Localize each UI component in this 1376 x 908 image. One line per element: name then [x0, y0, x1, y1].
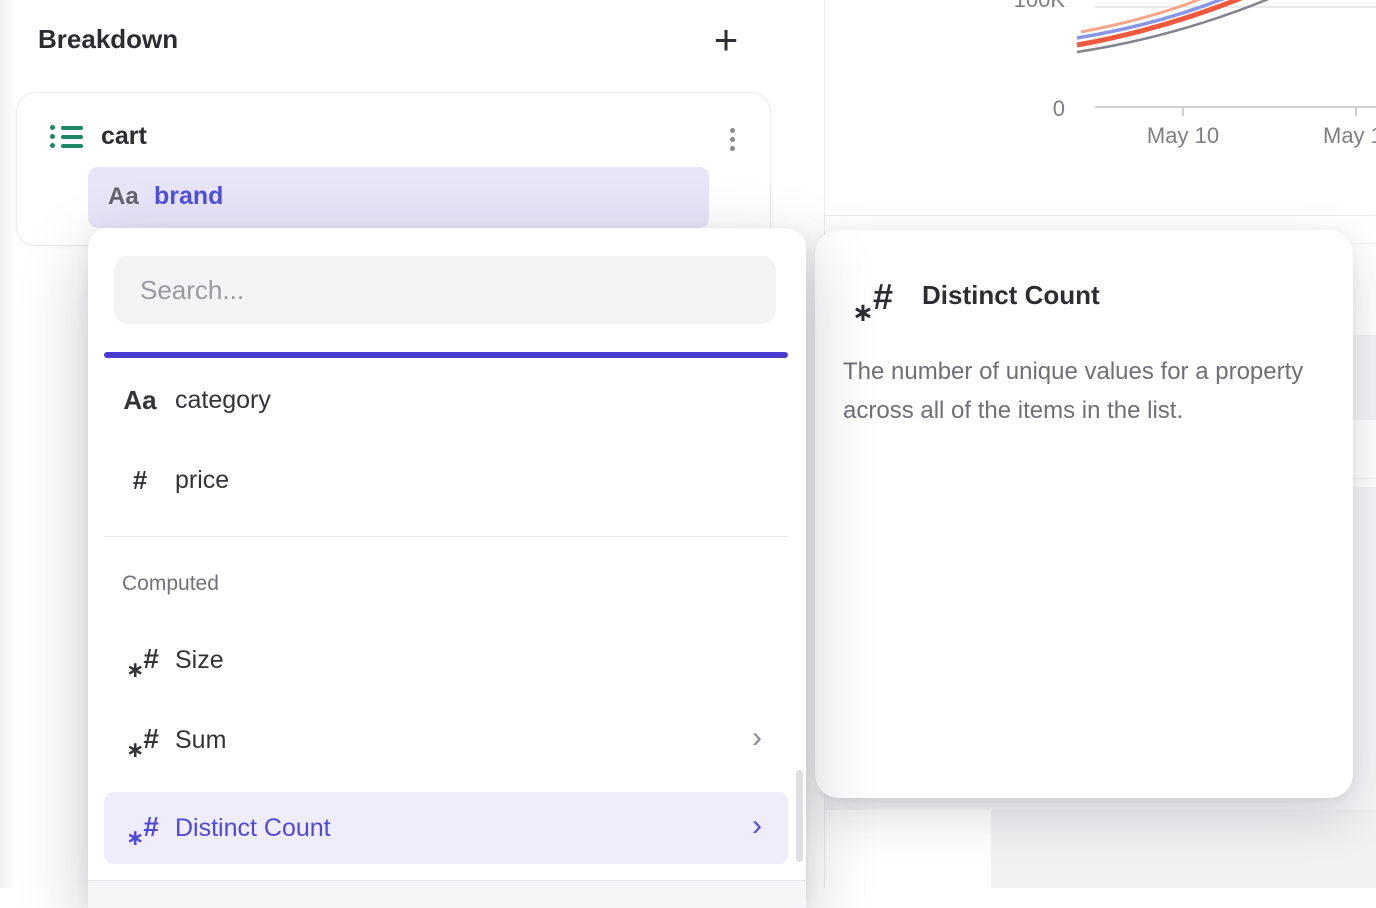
x-axis-line: [1095, 106, 1376, 108]
left-edge-shade: [0, 0, 16, 888]
table-section-band: [991, 810, 1376, 888]
dropdown-item-sum[interactable]: ∗# Sum: [104, 700, 788, 780]
x-axis-label-may11: May 11: [1323, 123, 1376, 149]
chevron-right-icon: [752, 792, 762, 864]
tooltip-title: Distinct Count: [922, 280, 1100, 311]
dropdown-item-label: price: [175, 440, 229, 520]
selected-item-edge-accent: [104, 352, 788, 358]
panel-divider: [825, 215, 1376, 216]
dropdown-item-label: Sum: [175, 700, 226, 780]
dropdown-item-distinct-count[interactable]: ∗# Distinct Count: [104, 792, 788, 864]
dropdown-item-category[interactable]: Aa category: [104, 360, 788, 440]
dropdown-item-label: Distinct Count: [175, 792, 331, 864]
dropdown-item-size[interactable]: ∗# Size: [104, 620, 788, 700]
computed-number-icon: ∗#: [857, 276, 893, 320]
search-box: [114, 256, 776, 324]
list-property-icon: [50, 125, 86, 152]
text-property-icon: Aa: [108, 183, 139, 211]
chevron-right-icon: [752, 700, 762, 780]
computed-number-icon: ∗#: [129, 722, 159, 758]
number-property-icon: #: [118, 440, 162, 520]
x-axis-label-may10: May 10: [1125, 123, 1241, 149]
computed-section-label: Computed: [122, 572, 219, 596]
computed-number-icon: ∗#: [129, 642, 159, 678]
dropdown-footer: [88, 881, 806, 908]
dropdown-item-price[interactable]: # price: [104, 440, 788, 520]
x-axis-tick: [1182, 106, 1184, 116]
property-select-dropdown: Aa category # price Computed ∗# Size ∗# …: [88, 228, 806, 908]
group-name-label: cart: [101, 122, 147, 151]
dropdown-item-label: Size: [175, 620, 224, 700]
search-input[interactable]: [114, 256, 776, 324]
tooltip-description: The number of unique values for a proper…: [843, 352, 1345, 430]
dropdown-divider: [104, 536, 788, 537]
selected-property-label: brand: [154, 182, 223, 211]
selected-property-chip-brand[interactable]: Aa brand: [88, 167, 709, 228]
dropdown-item-label: category: [175, 360, 271, 440]
dropdown-scrollbar-thumb[interactable]: [796, 770, 803, 862]
group-row-cart[interactable]: cart: [17, 109, 770, 165]
kebab-menu-icon[interactable]: [712, 115, 752, 163]
breakdown-card: cart Aa brand: [16, 92, 771, 246]
line-chart-series: [825, 0, 1376, 130]
property-tooltip-card: ∗# Distinct Count The number of unique v…: [815, 230, 1353, 798]
x-axis-tick: [1355, 106, 1357, 116]
text-property-icon: Aa: [118, 360, 162, 440]
computed-number-icon: ∗#: [129, 810, 159, 846]
breakdown-section-title: Breakdown: [38, 24, 178, 55]
add-breakdown-button plus-icon[interactable]: +: [702, 16, 750, 64]
